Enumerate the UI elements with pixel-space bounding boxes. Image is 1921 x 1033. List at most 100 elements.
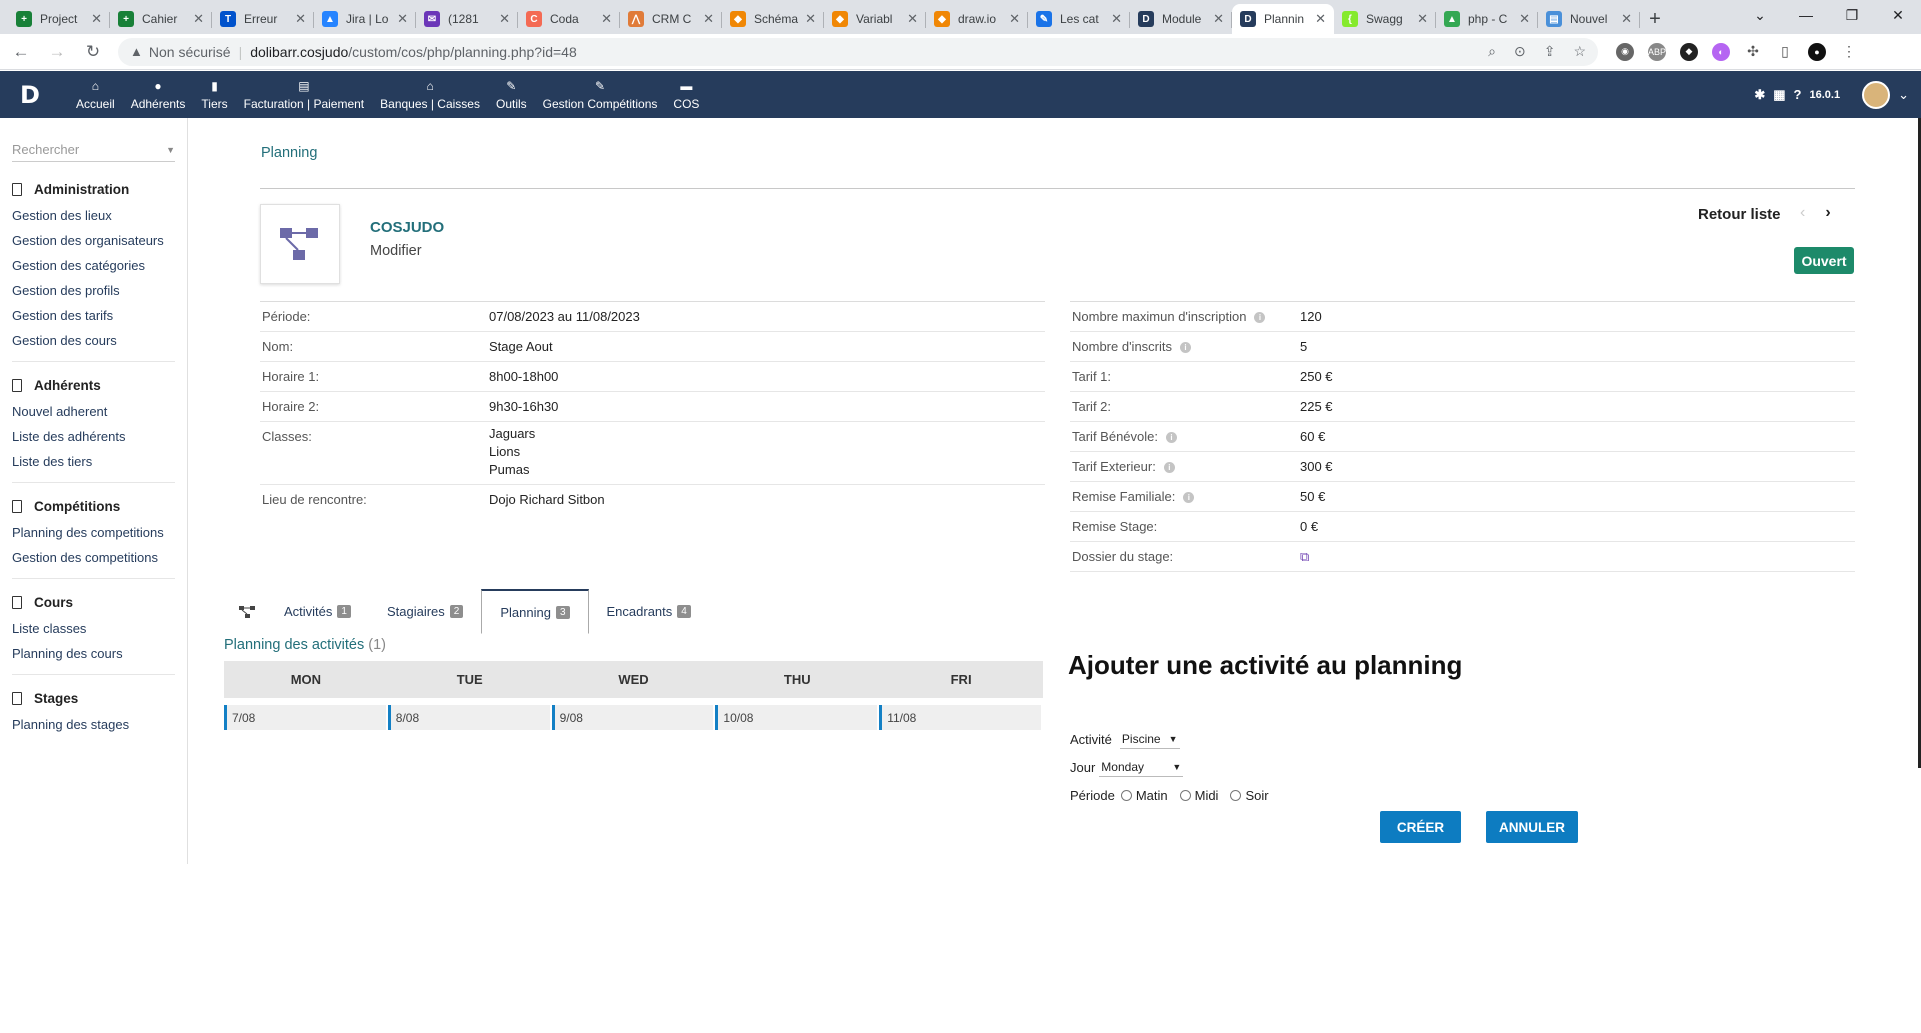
info-icon[interactable]: i <box>1163 462 1175 474</box>
sidebar-item[interactable]: Gestion des cours <box>12 328 175 353</box>
browser-tab[interactable]: ▲ Jira | Lo ✕ <box>314 4 416 34</box>
bookmark-star-icon[interactable]: ☆ <box>1573 43 1586 60</box>
browser-tab[interactable]: + Cahier ✕ <box>110 4 212 34</box>
calendar-day-cell[interactable]: 10/08 <box>715 705 878 730</box>
topmenu-item-accueil[interactable]: ⌂ Accueil <box>68 71 123 118</box>
browser-tab[interactable]: T Erreur ✕ <box>212 4 314 34</box>
tab-activit-s[interactable]: Activités 1 <box>266 589 369 634</box>
sidebar-group-title[interactable]: Cours <box>12 589 175 616</box>
browser-tab[interactable]: ▲ php - C ✕ <box>1436 4 1538 34</box>
sidebar-item[interactable]: Gestion des profils <box>12 278 175 303</box>
extension-icon[interactable]: ◉ <box>1616 42 1634 61</box>
browser-tab[interactable]: C Coda ✕ <box>518 4 620 34</box>
extension-icon[interactable]: ◆ <box>1680 42 1698 61</box>
topmenu-item-gestion-comp-titions[interactable]: ✎ Gestion Compétitions <box>535 71 666 118</box>
topmenu-item-tiers[interactable]: ▮ Tiers <box>193 71 235 118</box>
info-icon[interactable]: i <box>1183 492 1195 504</box>
radio-matin[interactable]: Matin <box>1120 788 1168 803</box>
close-tab-icon[interactable]: ✕ <box>1111 11 1122 27</box>
bug-icon[interactable]: ✱ <box>1754 87 1765 103</box>
info-icon[interactable]: i <box>1180 342 1192 354</box>
sidebar-item[interactable]: Gestion des organisateurs <box>12 228 175 253</box>
calendar-day-cell[interactable]: 8/08 <box>387 705 550 730</box>
radio-midi[interactable]: Midi <box>1179 788 1218 803</box>
url-input[interactable]: ▲ Non sécurisé | dolibarr.cosjudo /custo… <box>118 37 1598 66</box>
topmenu-item-outils[interactable]: ✎ Outils <box>488 71 535 118</box>
close-tab-icon[interactable]: ✕ <box>1417 11 1428 27</box>
tab-home-icon[interactable] <box>228 589 266 634</box>
close-tab-icon[interactable]: ✕ <box>1621 11 1632 27</box>
minimize-icon[interactable]: — <box>1783 0 1829 30</box>
print-icon[interactable]: ▦ <box>1773 87 1785 103</box>
location-icon[interactable]: ⊙ <box>1514 43 1526 60</box>
activite-select[interactable]: Piscine ▼ <box>1119 730 1180 749</box>
puzzle-icon[interactable]: ✣ <box>1744 42 1762 61</box>
topmenu-item-cos[interactable]: ▬ COS <box>665 71 707 118</box>
topmenu-item-banques-caisses[interactable]: ⌂ Banques | Caisses <box>372 71 488 118</box>
close-window-icon[interactable]: ✕ <box>1875 0 1921 30</box>
browser-tab[interactable]: ◆ Variabl ✕ <box>824 4 926 34</box>
topmenu-item-adh-rents[interactable]: ● Adhérents <box>123 71 194 118</box>
menu-icon[interactable]: ⋮ <box>1840 42 1858 61</box>
dolibarr-logo-icon[interactable]: D <box>16 81 44 109</box>
sidebar-item[interactable]: Gestion des tarifs <box>12 303 175 328</box>
calendar-day-cell[interactable]: 7/08 <box>224 705 386 730</box>
reload-icon[interactable]: ↻ <box>78 37 108 67</box>
zoom-icon[interactable]: ⌕ <box>1488 43 1496 60</box>
jour-select[interactable]: Monday ▼ <box>1099 758 1184 777</box>
chevron-down-icon[interactable]: ⌄ <box>1898 87 1909 103</box>
close-tab-icon[interactable]: ✕ <box>805 11 816 27</box>
new-tab-button[interactable]: + <box>1640 4 1670 34</box>
breadcrumb[interactable]: Planning <box>261 145 317 161</box>
cancel-button[interactable]: ANNULER <box>1486 811 1578 843</box>
sidebar-item[interactable]: Liste des adhérents <box>12 424 175 449</box>
browser-tab[interactable]: ◆ Schéma ✕ <box>722 4 824 34</box>
browser-tab[interactable]: ◆ draw.io ✕ <box>926 4 1028 34</box>
forward-icon[interactable]: → <box>42 37 72 67</box>
close-tab-icon[interactable]: ✕ <box>295 11 306 27</box>
close-tab-icon[interactable]: ✕ <box>1009 11 1020 27</box>
sidebar-group-title[interactable]: Administration <box>12 176 175 203</box>
close-tab-icon[interactable]: ✕ <box>907 11 918 27</box>
tab-search-icon[interactable]: ⌄ <box>1737 0 1783 30</box>
share-icon[interactable]: ⇪ <box>1544 43 1556 60</box>
close-tab-icon[interactable]: ✕ <box>397 11 408 27</box>
sidebar-item[interactable]: Gestion des lieux <box>12 203 175 228</box>
sidebar-item[interactable]: Planning des stages <box>12 712 175 737</box>
maximize-icon[interactable]: ❐ <box>1829 0 1875 30</box>
close-tab-icon[interactable]: ✕ <box>703 11 714 27</box>
info-icon[interactable]: i <box>1166 432 1177 444</box>
sidebar-item[interactable]: Planning des cours <box>12 641 175 666</box>
close-tab-icon[interactable]: ✕ <box>193 11 204 27</box>
sidebar-item[interactable]: Gestion des catégories <box>12 253 175 278</box>
radio-soir[interactable]: Soir <box>1230 788 1269 803</box>
tab-stagiaires[interactable]: Stagiaires 2 <box>369 589 481 634</box>
browser-tab[interactable]: ✉ (1281 ✕ <box>416 4 518 34</box>
close-tab-icon[interactable]: ✕ <box>601 11 612 27</box>
close-tab-icon[interactable]: ✕ <box>1315 11 1326 27</box>
sidebar-item[interactable]: Liste des tiers <box>12 449 175 474</box>
help-icon[interactable]: ? <box>1794 87 1802 102</box>
calendar-day-cell[interactable]: 9/08 <box>551 705 714 730</box>
tab-encadrants[interactable]: Encadrants 4 <box>589 589 709 634</box>
avatar[interactable] <box>1862 80 1891 109</box>
previous-icon[interactable]: ‹ <box>1800 204 1805 222</box>
calendar-day-cell[interactable]: 11/08 <box>879 705 1041 730</box>
browser-tab[interactable]: D Plannin ✕ <box>1232 4 1334 34</box>
sidebar-group-title[interactable]: Compétitions <box>12 493 175 520</box>
browser-tab[interactable]: {Swagg ✕ <box>1334 4 1436 34</box>
tab-planning[interactable]: Planning 3 <box>481 589 589 634</box>
sidebar-group-title[interactable]: Stages <box>12 685 175 712</box>
search-input[interactable]: Rechercher ▼ <box>12 138 175 162</box>
close-tab-icon[interactable]: ✕ <box>91 11 102 27</box>
browser-tab[interactable]: ⋀ CRM C ✕ <box>620 4 722 34</box>
browser-tab[interactable]: ▤ Nouvel ✕ <box>1538 4 1640 34</box>
next-icon[interactable]: › <box>1825 204 1830 222</box>
close-tab-icon[interactable]: ✕ <box>1213 11 1224 27</box>
back-to-list-link[interactable]: Retour liste <box>1698 206 1781 223</box>
sidebar-group-title[interactable]: Adhérents <box>12 372 175 399</box>
external-link-icon[interactable]: ⧉ <box>1300 549 1309 565</box>
profile-icon[interactable]: ● <box>1808 42 1826 61</box>
topmenu-item-facturation-paiement[interactable]: ▤ Facturation | Paiement <box>236 71 373 118</box>
adblock-icon[interactable]: ABP <box>1648 42 1666 61</box>
